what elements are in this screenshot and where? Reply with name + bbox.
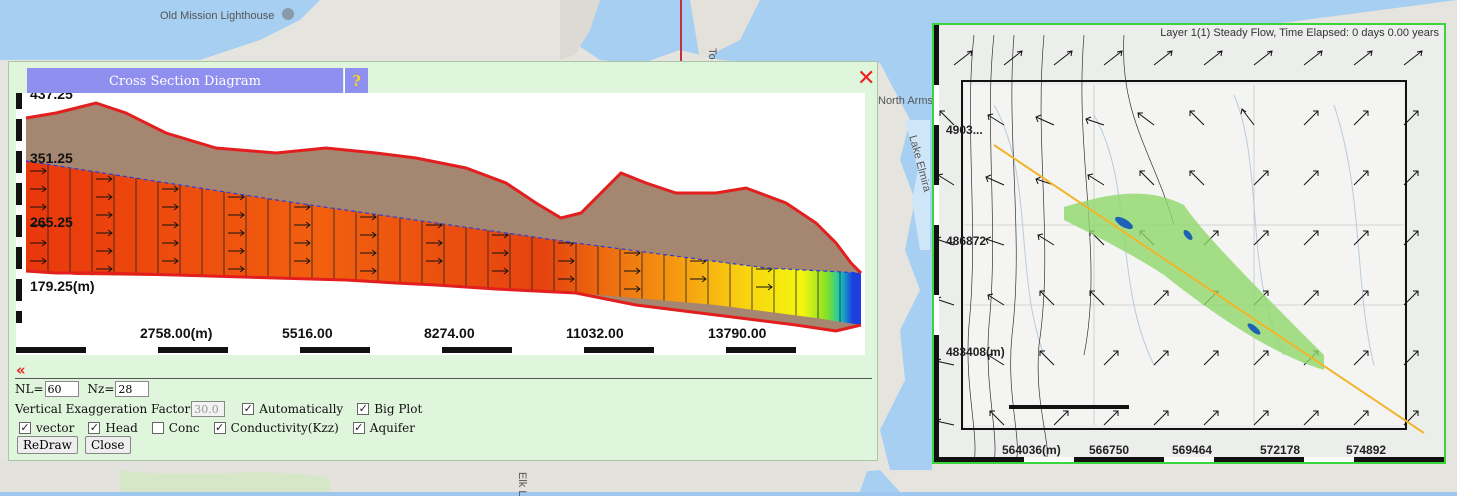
aquifer-checkbox[interactable]: ✓ — [352, 422, 365, 434]
plan-x-tick: 564036(m) — [1002, 443, 1061, 457]
collapse-icon[interactable]: « — [16, 362, 26, 378]
plan-view-canvas — [934, 25, 1444, 462]
nz-label: Nz= — [87, 382, 115, 396]
help-button[interactable]: ? — [344, 68, 368, 94]
x-tick-label: 11032.00 — [566, 325, 624, 341]
plan-x-tick: 574892 — [1346, 443, 1387, 457]
y-tick-label: 437.25 — [30, 93, 73, 102]
lighthouse-label: Old Mission Lighthouse — [160, 10, 275, 22]
vef-input[interactable] — [191, 401, 226, 417]
plan-x-tick: 572178 — [1260, 443, 1301, 457]
close-button[interactable]: Close — [85, 436, 131, 454]
vector-checkbox[interactable]: ✓ — [19, 422, 31, 434]
dialog-title[interactable]: Cross Section Diagram — [27, 68, 343, 94]
x-tick-label: 5516.00 — [282, 325, 333, 341]
x-tick-label: 8274.00 — [424, 325, 475, 341]
road-label: To — [706, 48, 718, 60]
plan-view-header: Layer 1(1) Steady Flow, Time Elapsed: 0 … — [1160, 27, 1439, 39]
y-tick-label: 179.25(m) — [30, 278, 95, 294]
plan-view-map[interactable]: Layer 1(1) Steady Flow, Time Elapsed: 0 … — [932, 23, 1446, 464]
vef-label: Vertical Exaggeration Factor — [15, 402, 191, 416]
divider — [15, 378, 872, 379]
head-checkbox[interactable]: ✓ — [88, 422, 101, 434]
automatically-label: Automatically — [259, 402, 344, 416]
close-icon[interactable]: ✕ — [857, 67, 875, 91]
nz-input[interactable] — [115, 381, 150, 397]
redraw-button[interactable]: ReDraw — [17, 436, 78, 454]
y-tick-label: 265.25 — [30, 214, 73, 230]
display-options: ✓ vector ✓ Head Conc ✓ Conductivity(Kzz)… — [19, 421, 415, 435]
plan-x-tick: 566750 — [1089, 443, 1130, 457]
conductivity-label: Conductivity(Kzz) — [230, 421, 339, 435]
big-plot-checkbox[interactable]: ✓ — [357, 403, 370, 415]
automatically-checkbox[interactable]: ✓ — [242, 403, 255, 415]
nl-input[interactable] — [44, 381, 79, 397]
big-plot-label: Big Plot — [374, 402, 423, 416]
north-arms-label: North Arms — [878, 95, 934, 107]
cross-section-plot: 437.25 351.25 265.25 179.25(m) 2758.00(m… — [16, 93, 865, 355]
plan-y-tick: 483408(m) — [946, 345, 1005, 359]
conductivity-checkbox[interactable]: ✓ — [213, 422, 226, 434]
plan-y-tick: 486872 — [946, 234, 987, 248]
nl-label: NL= — [15, 382, 44, 396]
plan-y-tick: 4903... — [946, 123, 983, 137]
cross-section-dialog: Cross Section Diagram ? ✕ 437.25 351.25 … — [8, 61, 878, 461]
vector-label: vector — [36, 421, 75, 435]
grid-controls: NL= Nz= — [15, 381, 152, 397]
map-pin-icon — [282, 8, 294, 20]
head-label: Head — [105, 421, 138, 435]
elk-label: Elk L — [516, 472, 528, 496]
plan-x-tick: 569464 — [1172, 443, 1213, 457]
y-tick-label: 351.25 — [30, 150, 73, 166]
exaggeration-controls: Vertical Exaggeration Factor ✓ Automatic… — [15, 401, 422, 417]
conc-checkbox[interactable] — [151, 422, 164, 434]
x-tick-label: 2758.00(m) — [140, 325, 212, 341]
x-tick-label: 13790.00 — [708, 325, 767, 341]
conc-label: Conc — [168, 421, 200, 435]
aquifer-label: Aquifer — [369, 421, 415, 435]
